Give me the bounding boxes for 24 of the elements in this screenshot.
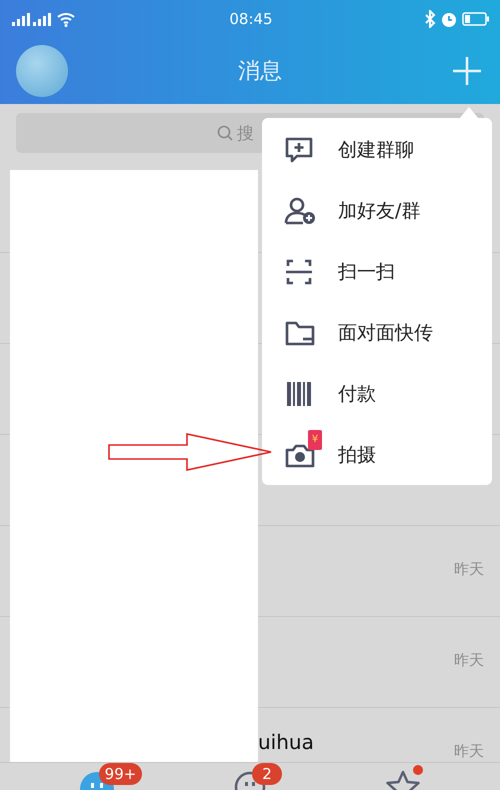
- message-time: 昨天: [454, 560, 484, 579]
- add-person-icon: [284, 196, 316, 226]
- search-icon: [217, 125, 233, 141]
- menu-item[interactable]: 付款: [262, 363, 492, 424]
- search-placeholder: 搜: [237, 122, 254, 144]
- battery-icon: [462, 12, 490, 26]
- tab[interactable]: 2: [230, 763, 310, 790]
- menu-item[interactable]: ¥ 拍摄: [262, 424, 492, 485]
- unread-count: 99+: [98, 763, 142, 785]
- money-badge: ¥: [308, 430, 322, 450]
- menu-item[interactable]: 扫一扫: [262, 241, 492, 302]
- clock-time: 08:45: [229, 10, 273, 28]
- wifi-icon: [56, 10, 76, 26]
- menu-item[interactable]: 面对面快传: [262, 302, 492, 363]
- contact-name: uihua: [258, 730, 314, 754]
- bluetooth-icon: [424, 10, 436, 28]
- message-time: 昨天: [454, 651, 484, 670]
- plus-icon[interactable]: [452, 56, 482, 86]
- unread-count: 2: [252, 763, 282, 785]
- page-title: 消息: [238, 58, 282, 86]
- tab[interactable]: 99+: [76, 763, 157, 790]
- avatar[interactable]: [16, 44, 68, 96]
- menu-item[interactable]: 加好友/群: [262, 180, 492, 241]
- message-time: 昨天: [454, 742, 484, 761]
